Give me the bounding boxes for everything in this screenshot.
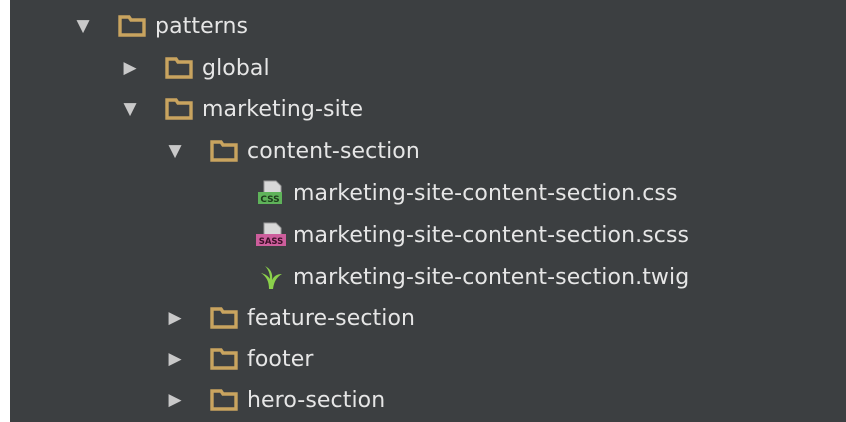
- folder-icon: [118, 15, 146, 37]
- file-item-label: marketing-site-content-section.twig: [293, 264, 690, 290]
- folder-icon: [210, 348, 238, 370]
- folder-icon: [165, 98, 193, 120]
- tree-item-label: patterns: [155, 13, 249, 39]
- folder-icon: [210, 307, 238, 329]
- collapse-arrow-icon[interactable]: ▶: [168, 310, 182, 327]
- tree-item-label: global: [202, 55, 270, 81]
- tree-item-label: marketing-site: [202, 96, 364, 122]
- tree-item-content-section[interactable]: ▼ content-section: [10, 130, 846, 172]
- tree-item-label: hero-section: [247, 387, 386, 413]
- svg-text:CSS: CSS: [260, 195, 279, 205]
- sass-file-icon: SASS: [256, 222, 286, 247]
- tree-item-marketing-site[interactable]: ▼ marketing-site: [10, 88, 846, 130]
- tree-item-label: content-section: [247, 138, 420, 164]
- file-item-twig[interactable]: marketing-site-content-section.twig: [10, 256, 846, 298]
- project-tree-panel: ▼ patterns ▶ global ▼ marketing-site ▼ c…: [10, 0, 846, 422]
- file-item-scss[interactable]: SASS marketing-site-content-section.scss: [10, 214, 846, 256]
- tree-item-patterns[interactable]: ▼ patterns: [10, 5, 846, 47]
- tree-item-hero-section[interactable]: ▶ hero-section: [10, 379, 846, 421]
- file-item-label: marketing-site-content-section.scss: [293, 222, 690, 248]
- tree-item-footer[interactable]: ▶ footer: [10, 338, 846, 380]
- collapse-arrow-icon[interactable]: ▶: [168, 392, 182, 409]
- file-item-label: marketing-site-content-section.css: [293, 180, 678, 206]
- collapse-arrow-icon[interactable]: ▶: [168, 351, 182, 368]
- file-item-css[interactable]: CSS marketing-site-content-section.css: [10, 172, 846, 214]
- expand-arrow-icon[interactable]: ▼: [76, 18, 90, 35]
- twig-file-icon: [261, 266, 282, 289]
- folder-icon: [210, 389, 238, 411]
- tree-item-feature-section[interactable]: ▶ feature-section: [10, 297, 846, 339]
- tree-item-label: footer: [247, 346, 314, 372]
- folder-icon: [210, 140, 238, 162]
- folder-icon: [165, 57, 193, 79]
- svg-text:SASS: SASS: [259, 237, 284, 247]
- expand-arrow-icon[interactable]: ▼: [168, 143, 182, 160]
- tree-item-global[interactable]: ▶ global: [10, 47, 846, 89]
- css-file-icon: CSS: [258, 180, 282, 205]
- expand-arrow-icon[interactable]: ▼: [123, 101, 137, 118]
- collapse-arrow-icon[interactable]: ▶: [123, 60, 137, 77]
- tree-item-label: feature-section: [247, 305, 416, 331]
